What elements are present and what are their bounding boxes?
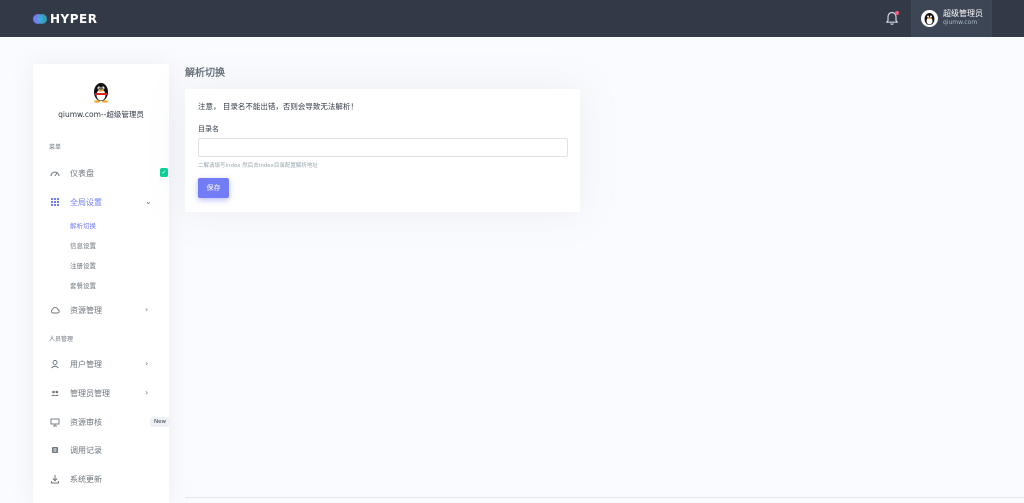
cloud-icon [49,304,61,316]
sidebar-item-resource-mgmt[interactable]: 资源管理 › [49,302,169,318]
sidebar-item-label: 调用记录 [70,445,102,455]
sidebar-item-admin-mgmt[interactable]: 管理员管理 › [49,385,169,401]
directory-name-label: 目录名 [198,125,219,133]
avatar [921,10,938,27]
logo-text: HYPER [50,11,98,26]
notification-dot [895,11,899,15]
help-text: 二解请填写index 然后去index目录配置解析地址 [198,163,318,169]
directory-name-input[interactable] [198,138,568,157]
chevron-right-icon: › [145,388,149,397]
sidebar-item-resource-review[interactable]: 资源审核 New [49,414,170,430]
sidebar-subitem-package-settings[interactable]: 套餐设置 [70,280,96,290]
sidebar-item-label: 系统更新 [70,474,102,484]
footer-divider [185,497,1024,498]
chevron-right-icon: › [145,359,149,368]
user-site: qiumw.com [943,19,978,26]
qq-penguin-avatar [91,81,111,103]
sidebar-item-label: 管理员管理 [70,388,110,398]
sidebar-item-label: 仪表盘 [70,168,94,178]
grid-icon [49,196,61,208]
logo-icon [33,13,47,24]
topbar: HYPER 超级管理员 qiumw.com [0,0,1024,37]
user-icon [49,358,61,370]
sidebar-item-call-log[interactable]: 调用记录 [49,442,169,458]
logo[interactable]: HYPER [33,11,98,26]
user-name: 超级管理员 [943,9,983,18]
sidebar-item-dashboard[interactable]: 仪表盘 ✓ [49,165,169,181]
monitor-icon [49,416,61,428]
menu-section-title: 菜单 [49,144,62,151]
warning-notice: 注意， 目录名不能出错，否则会导致无法解析！ [198,102,358,111]
settings-card: 注意， 目录名不能出错，否则会导致无法解析！ 目录名 二解请填写index 然后… [185,89,580,212]
sidebar: qiumw.com--超级管理员 菜单 仪表盘 ✓ 全局设置 ⌄ 解析切换 信息… [33,64,170,503]
sidebar-item-system-update[interactable]: 系统更新 [49,471,169,487]
chevron-down-icon: ⌄ [145,197,152,206]
check-badge-icon: ✓ [160,168,168,177]
sidebar-subitem-register-settings[interactable]: 注册设置 [70,260,96,270]
log-icon [49,444,61,456]
sidebar-item-label: 全局设置 [70,197,102,207]
sidebar-item-user-mgmt[interactable]: 用户管理 › [49,356,169,372]
sidebar-item-label: 资源管理 [70,305,102,315]
dashboard-icon [49,167,61,179]
sidebar-item-label: 用户管理 [70,359,102,369]
people-section-title: 人员管理 [49,336,74,343]
download-icon [49,473,61,485]
notification-bell-icon[interactable] [885,11,899,26]
sidebar-item-global-settings[interactable]: 全局设置 ⌄ [49,194,169,210]
page-title: 解析切换 [185,68,225,79]
sidebar-subitem-resolve-switch[interactable]: 解析切换 [70,220,96,230]
users-icon [49,387,61,399]
new-badge: New [150,417,170,427]
chevron-right-icon: › [145,305,149,314]
sidebar-subitem-info-settings[interactable]: 信息设置 [70,240,96,250]
sidebar-username: qiumw.com--超级管理员 [58,110,144,119]
save-button[interactable]: 保存 [198,178,229,198]
user-menu[interactable]: 超级管理员 qiumw.com [911,0,992,37]
